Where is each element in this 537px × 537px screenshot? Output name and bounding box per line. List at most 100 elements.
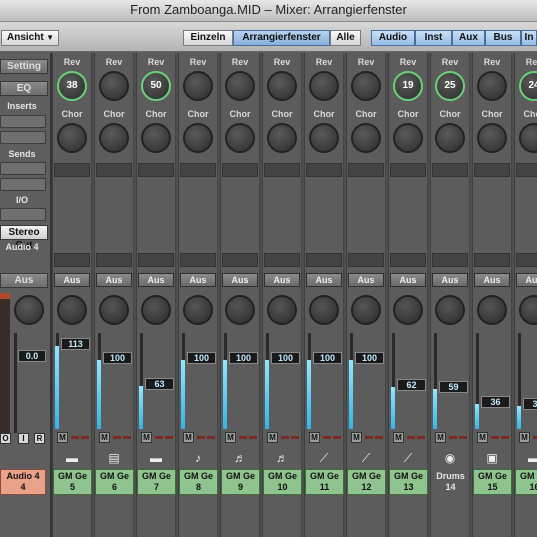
pan-knob[interactable] xyxy=(267,295,297,325)
io-slot[interactable] xyxy=(222,253,258,267)
volume-display[interactable]: 100 xyxy=(103,352,132,364)
send-chor-knob[interactable] xyxy=(267,123,297,153)
inspector-automation-button[interactable]: Aus xyxy=(0,273,48,288)
mute-button[interactable]: M xyxy=(57,432,68,443)
filter-audio-button[interactable]: Audio xyxy=(371,30,415,46)
mute-button[interactable]: M xyxy=(477,432,488,443)
filter-inst-button[interactable]: Inst xyxy=(415,30,452,46)
io-slot[interactable] xyxy=(306,253,342,267)
mute-button[interactable]: M xyxy=(183,432,194,443)
channel-name-button[interactable]: GM Ge 6 xyxy=(95,469,134,495)
insert-slot[interactable] xyxy=(516,163,537,177)
insert-slot[interactable] xyxy=(138,163,174,177)
io-slot[interactable] xyxy=(348,253,384,267)
channel-name-button[interactable]: GM Ge 8 xyxy=(179,469,218,495)
insert-slot[interactable] xyxy=(54,163,90,177)
channel-name-button[interactable]: GM Ge 12 xyxy=(347,469,386,495)
insert-slot[interactable] xyxy=(0,115,46,128)
automation-button[interactable]: Aus xyxy=(348,273,384,287)
send-chor-knob[interactable] xyxy=(225,123,255,153)
send-chor-knob[interactable] xyxy=(99,123,129,153)
mute-button[interactable]: M xyxy=(225,432,236,443)
send-chor-knob[interactable] xyxy=(519,123,537,153)
automation-button[interactable]: Aus xyxy=(264,273,300,287)
channel-name-button[interactable]: GM Ge 15 xyxy=(473,469,512,495)
input-slot[interactable] xyxy=(0,208,46,221)
automation-button[interactable]: Aus xyxy=(432,273,468,287)
channel-name-button[interactable]: GM Ge 10 xyxy=(263,469,302,495)
io-slot[interactable] xyxy=(390,253,426,267)
pan-knob[interactable] xyxy=(57,295,87,325)
volume-display[interactable]: 36 xyxy=(481,396,510,408)
send-chor-knob[interactable] xyxy=(477,123,507,153)
insert-slot[interactable] xyxy=(474,163,510,177)
insert-slot[interactable] xyxy=(432,163,468,177)
output-button[interactable]: Stereo Out xyxy=(0,225,48,251)
send-chor-knob[interactable] xyxy=(351,123,381,153)
pan-knob[interactable] xyxy=(225,295,255,325)
automation-button[interactable]: Aus xyxy=(222,273,258,287)
mute-button[interactable]: M xyxy=(99,432,110,443)
volume-display[interactable]: 100 xyxy=(313,352,342,364)
scope-arrange-button[interactable]: Arrangierfenster xyxy=(233,30,330,46)
send-chor-knob[interactable] xyxy=(309,123,339,153)
io-slot[interactable] xyxy=(138,253,174,267)
insert-slot[interactable] xyxy=(222,163,258,177)
channel-name-button[interactable]: GM Ge 5 xyxy=(53,469,92,495)
automation-button[interactable]: Aus xyxy=(516,273,537,287)
send-chor-knob[interactable] xyxy=(141,123,171,153)
channel-name-button[interactable]: GM Ge 16 xyxy=(515,469,537,495)
send-rev-knob[interactable] xyxy=(351,71,381,101)
send-rev-knob[interactable] xyxy=(225,71,255,101)
send-rev-knob[interactable] xyxy=(99,71,129,101)
channel-name-button[interactable]: GM Ge 11 xyxy=(305,469,344,495)
view-menu[interactable]: Ansicht ▼ xyxy=(1,30,59,46)
volume-display[interactable]: 100 xyxy=(229,352,258,364)
insert-slot[interactable] xyxy=(390,163,426,177)
send-chor-knob[interactable] xyxy=(435,123,465,153)
scope-single-button[interactable]: Einzeln xyxy=(183,30,233,46)
pan-knob[interactable] xyxy=(309,295,339,325)
automation-button[interactable]: Aus xyxy=(180,273,216,287)
send-rev-knob[interactable]: 24 xyxy=(519,71,537,101)
pan-knob[interactable] xyxy=(519,295,537,325)
volume-display[interactable]: 63 xyxy=(145,378,174,390)
volume-display[interactable]: 100 xyxy=(271,352,300,364)
pan-knob[interactable] xyxy=(183,295,213,325)
send-rev-knob[interactable]: 38 xyxy=(57,71,87,101)
filter-in-button[interactable]: In xyxy=(521,30,537,46)
mute-button[interactable]: M xyxy=(519,432,530,443)
filter-aux-button[interactable]: Aux xyxy=(452,30,485,46)
automation-button[interactable]: Aus xyxy=(96,273,132,287)
pan-knob[interactable] xyxy=(141,295,171,325)
record-button[interactable]: R xyxy=(34,433,45,444)
pan-knob[interactable] xyxy=(393,295,423,325)
automation-button[interactable]: Aus xyxy=(474,273,510,287)
volume-display[interactable]: 100 xyxy=(187,352,216,364)
insert-slot[interactable] xyxy=(348,163,384,177)
insert-slot[interactable] xyxy=(306,163,342,177)
send-chor-knob[interactable] xyxy=(183,123,213,153)
io-slot[interactable] xyxy=(96,253,132,267)
insert-slot[interactable] xyxy=(0,131,46,144)
mute-button[interactable]: M xyxy=(435,432,446,443)
automation-button[interactable]: Aus xyxy=(390,273,426,287)
send-chor-knob[interactable] xyxy=(57,123,87,153)
volume-display[interactable]: 59 xyxy=(439,381,468,393)
fader-track[interactable] xyxy=(14,333,17,433)
insert-slot[interactable] xyxy=(180,163,216,177)
scope-all-button[interactable]: Alle xyxy=(330,30,361,46)
io-slot[interactable] xyxy=(516,253,537,267)
volume-display[interactable]: 62 xyxy=(397,379,426,391)
inspector-channel-name[interactable]: Audio 4 4 xyxy=(0,469,46,495)
send-rev-knob[interactable] xyxy=(477,71,507,101)
insert-slot[interactable] xyxy=(96,163,132,177)
send-rev-knob[interactable] xyxy=(267,71,297,101)
pan-knob[interactable] xyxy=(99,295,129,325)
ms-button[interactable]: O xyxy=(0,433,11,444)
send-slot[interactable] xyxy=(0,162,46,175)
channel-name-button[interactable]: GM Ge 7 xyxy=(137,469,176,495)
insert-slot[interactable] xyxy=(264,163,300,177)
mute-button[interactable]: M xyxy=(267,432,278,443)
send-rev-knob[interactable]: 19 xyxy=(393,71,423,101)
